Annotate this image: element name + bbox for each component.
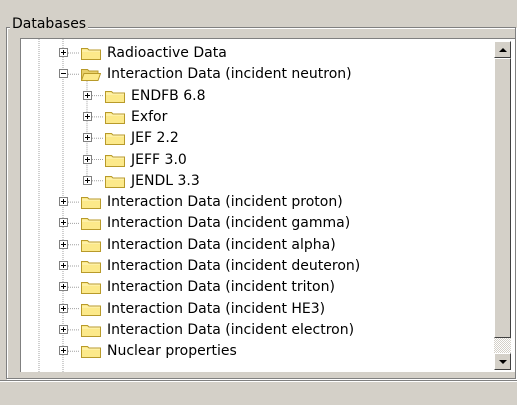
tree-item-label: Nuclear properties [107, 343, 237, 360]
tree-item-label: Radioactive Data [107, 45, 227, 61]
tree-item[interactable]: Exfor [21, 106, 491, 128]
minus-box-icon[interactable] [59, 69, 68, 79]
tree-item-label: JEFF 3.0 [131, 151, 187, 168]
scroll-thumb[interactable] [494, 58, 511, 338]
tree-item[interactable]: Interaction Data (incident HE3) [21, 298, 491, 320]
tree-item[interactable]: Interaction Data (incident triton) [21, 276, 491, 298]
folder-open-icon [81, 69, 101, 82]
folder-icon [105, 90, 125, 103]
plus-box-icon[interactable] [59, 346, 68, 356]
folder-icon [81, 261, 101, 273]
folder-icon [105, 175, 125, 188]
arrow-up-icon [498, 47, 507, 52]
tree-item[interactable]: Interaction Data (incident electron) [21, 319, 491, 341]
tree-item[interactable]: JENDL 3.3 [21, 170, 491, 192]
tree-item[interactable]: Interaction Data (incident proton) [21, 191, 491, 213]
tree-item-label: Interaction Data (incident HE3) [107, 300, 326, 317]
folder-icon [105, 133, 125, 146]
plus-box-icon[interactable] [59, 239, 68, 249]
folder-icon [81, 218, 101, 231]
tree-item[interactable]: Interaction Data (incident deuteron) [21, 255, 491, 277]
tree-item[interactable]: ENDFB 6.8 [21, 85, 491, 107]
folder-icon [81, 346, 101, 359]
tree-item[interactable]: JEFF 3.0 [21, 149, 491, 171]
plus-box-icon[interactable] [59, 197, 68, 207]
tree-item-label: Interaction Data (incident deuteron) [107, 258, 361, 274]
plus-box-icon[interactable] [59, 261, 68, 270]
tree-item[interactable]: Nuclear properties [21, 340, 491, 362]
tree-item[interactable]: Radioactive Data [21, 42, 491, 64]
folder-icon [81, 303, 101, 316]
tree-item[interactable]: Interaction Data (incident gamma) [21, 212, 491, 234]
tree-item[interactable]: JEF 2.2 [21, 127, 491, 149]
scroll-up-button[interactable] [494, 41, 511, 58]
folder-icon [81, 282, 101, 295]
plus-box-icon[interactable] [59, 282, 68, 292]
arrow-down-icon [498, 359, 507, 364]
tree-item-label: Interaction Data (incident gamma) [107, 215, 351, 232]
folder-icon [81, 324, 101, 337]
folder-icon [105, 154, 125, 167]
tree-item-label: Interaction Data (incident triton) [107, 279, 335, 296]
plus-box-icon[interactable] [59, 303, 68, 313]
plus-box-icon[interactable] [83, 133, 92, 143]
plus-box-icon[interactable] [83, 90, 92, 100]
plus-box-icon[interactable] [59, 324, 68, 334]
group-title: Databases [10, 14, 89, 34]
tree-item-label: ENDFB 6.8 [131, 87, 206, 104]
plus-box-icon[interactable] [83, 175, 92, 185]
database-tree[interactable]: Radioactive Data Interaction Data (incide… [20, 38, 515, 372]
plus-box-icon[interactable] [83, 154, 92, 164]
plus-box-icon[interactable] [59, 48, 68, 57]
tree-item-label: JENDL 3.3 [131, 172, 200, 189]
scroll-down-button[interactable] [494, 353, 511, 370]
tree-item-label: JEF 2.2 [131, 130, 179, 147]
tree-item-label: Interaction Data (incident electron) [107, 321, 355, 338]
tree-item[interactable]: Interaction Data (incident neutron) [21, 63, 491, 85]
status-divider [0, 380, 517, 381]
tree-item-label: Interaction Data (incident neutron) [107, 66, 352, 83]
plus-box-icon[interactable] [83, 111, 92, 121]
tree-item-label: Exfor [131, 108, 168, 125]
vertical-scrollbar[interactable] [494, 41, 511, 370]
folder-icon [81, 239, 101, 252]
plus-box-icon[interactable] [59, 218, 68, 228]
tree-item[interactable]: Interaction Data (incident alpha) [21, 234, 491, 256]
tree-item-label: Interaction Data (incident alpha) [107, 236, 336, 253]
folder-icon [81, 48, 101, 60]
folder-icon [105, 111, 125, 124]
folder-icon [81, 197, 101, 210]
tree-item-label: Interaction Data (incident proton) [107, 194, 343, 211]
